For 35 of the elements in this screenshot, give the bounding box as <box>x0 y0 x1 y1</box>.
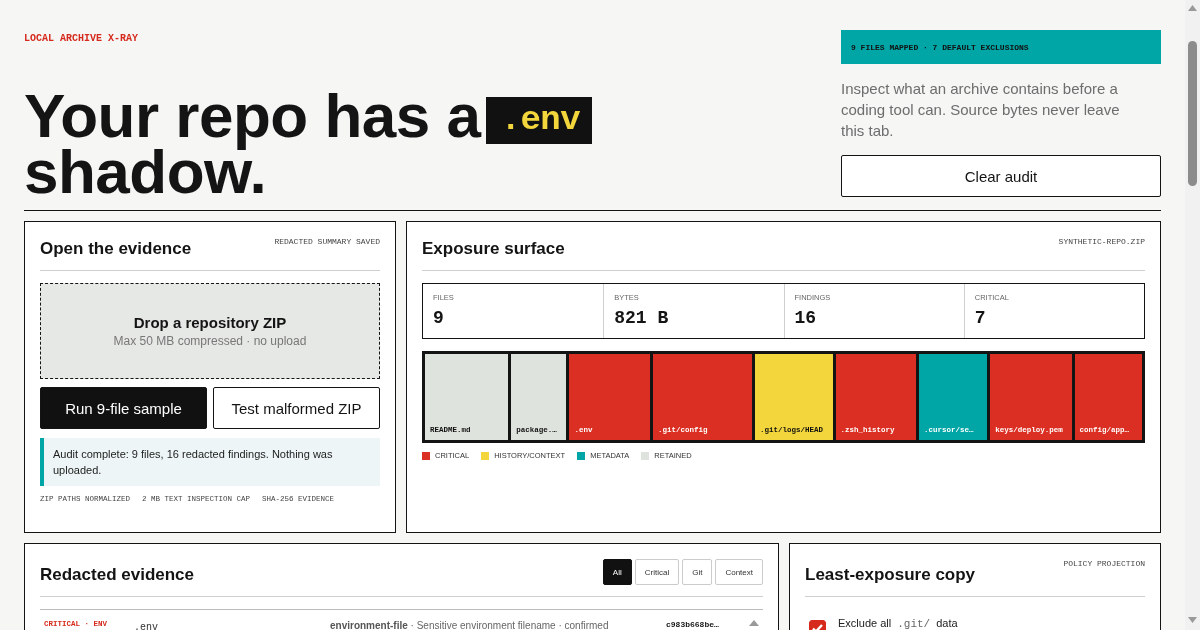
summary-band: 9 FILES MAPPED · 7 DEFAULT EXCLUSIONS <box>841 30 1161 64</box>
filter-button[interactable]: Git <box>682 559 713 585</box>
drop-zone[interactable]: Drop a repository ZIP Max 50 MB compressed · no upload <box>40 283 380 379</box>
scroll-down-icon[interactable] <box>1188 617 1197 623</box>
card-title: Exposure surface <box>422 239 565 259</box>
drop-hint: Max 50 MB compressed · no upload <box>113 334 307 348</box>
stat-value: 7 <box>974 308 987 328</box>
card-title: Redacted evidence <box>40 565 194 585</box>
finding-detail: environment-file · Sensitive environment filename · confirmed <box>330 620 610 630</box>
filter-button[interactable]: Critical <box>634 559 680 585</box>
card-tag: REDACTED SUMMARY SAVED <box>274 237 380 246</box>
filter-button[interactable]: Context <box>715 559 763 585</box>
test-zip-button[interactable]: Test malformed ZIP <box>213 387 380 429</box>
status-message: Audit complete: 9 files, 16 redacted findings. Nothing was uploaded. <box>40 438 380 486</box>
page-heading: Your repo has a .env shadow. <box>24 88 593 200</box>
filter-button[interactable]: All <box>602 559 632 585</box>
stat-value: 821 B <box>614 308 670 328</box>
intro-text: Inspect what an archive contains before a coding tool can. Source bytes never leave this tab. <box>841 79 1121 141</box>
hash-text: c983b668be… <box>666 620 720 629</box>
run-sample-button[interactable]: Run 9-file sample <box>40 387 207 429</box>
drop-title: Drop a repository ZIP <box>133 314 287 331</box>
scrollbar-thumb[interactable] <box>1188 41 1197 186</box>
card-tag: SYNTHETIC-REPO.ZIP <box>1058 237 1145 246</box>
file-path: .env <box>134 622 159 630</box>
card-title: Least-exposure copy <box>805 565 976 585</box>
option-label: Exclude all .git/ data <box>838 617 958 630</box>
scrollbar[interactable] <box>1185 0 1200 630</box>
clear-audit-button[interactable]: Clear audit <box>841 155 1161 197</box>
kicker-label: LOCAL ARCHIVE X-RAY <box>24 33 140 44</box>
card-title: Open the evidence <box>40 239 192 259</box>
scroll-up-icon[interactable] <box>1188 5 1197 11</box>
scroll-up-icon[interactable] <box>749 620 759 626</box>
stat-value: 9 <box>433 308 445 328</box>
stat-value: 16 <box>794 308 818 328</box>
card-tag: POLICY PROJECTION <box>1063 559 1145 568</box>
